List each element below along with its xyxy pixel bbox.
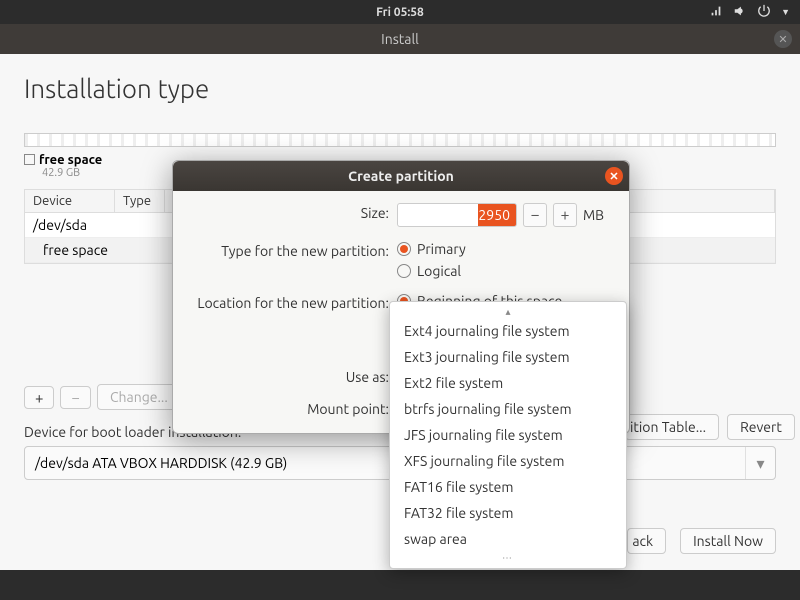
type-label: Type for the new partition: (189, 241, 389, 259)
clock: Fri 05:58 (376, 6, 424, 19)
dialog-title: Create partition (348, 168, 454, 184)
mount-label: Mount point: (189, 399, 389, 417)
remove-partition-button: − (60, 386, 90, 409)
install-now-button[interactable]: Install Now (680, 528, 776, 554)
menu-item[interactable]: swap area (390, 526, 626, 552)
menu-item[interactable]: XFS journaling file system (390, 448, 626, 474)
size-spinner: − + MB (397, 203, 613, 227)
radio-primary[interactable]: Primary (397, 241, 613, 257)
radio-label: Primary (417, 241, 466, 257)
col-type[interactable]: Type (115, 190, 165, 212)
new-partition-table-button[interactable]: ition Table... (625, 414, 719, 440)
location-label: Location for the new partition: (189, 293, 389, 311)
scroll-down-icon[interactable]: ⋯ (390, 552, 626, 564)
useas-dropdown-menu: ▴ Ext4 journaling file system Ext3 journ… (389, 301, 627, 569)
chevron-down-icon[interactable]: ▼ (781, 7, 790, 17)
type-radio-group: Primary Logical (397, 241, 613, 279)
radio-label: Logical (417, 263, 461, 279)
system-tray[interactable]: ▼ (709, 4, 790, 21)
menu-item[interactable]: FAT32 file system (390, 500, 626, 526)
menu-item[interactable]: Ext3 journaling file system (390, 344, 626, 370)
gnome-topbar: Fri 05:58 ▼ (0, 0, 800, 24)
menu-item[interactable]: Ext4 journaling file system (390, 318, 626, 344)
size-decrement[interactable]: − (523, 203, 547, 227)
network-icon[interactable] (709, 4, 723, 21)
add-partition-button[interactable]: + (24, 386, 54, 409)
power-icon[interactable] (757, 4, 771, 21)
bootloader-value: /dev/sda ATA VBOX HARDDISK (42.9 GB) (25, 447, 745, 479)
create-partition-dialog: Create partition ✕ Size: − + MB Type for… (172, 160, 630, 434)
revert-button[interactable]: Revert (727, 414, 795, 440)
chevron-down-icon[interactable]: ▾ (745, 447, 775, 479)
dialog-titlebar: Create partition ✕ (173, 161, 629, 191)
page-heading: Installation type (24, 74, 776, 103)
window-title: Install (381, 31, 419, 47)
window-titlebar: Install ✕ (0, 24, 800, 54)
cell-device: /dev/sda (33, 217, 87, 233)
change-partition-button: Change... (97, 384, 181, 410)
size-input[interactable] (397, 203, 517, 227)
partition-ruler (24, 133, 776, 147)
wizard-nav: ack Install Now (627, 528, 776, 554)
radio-logical[interactable]: Logical (397, 263, 613, 279)
legend-label: free space (39, 153, 102, 167)
size-increment[interactable]: + (553, 203, 577, 227)
volume-icon[interactable] (733, 4, 747, 21)
scroll-up-icon[interactable]: ▴ (390, 306, 626, 318)
legend-swatch (24, 154, 35, 165)
window-close-button[interactable]: ✕ (774, 30, 792, 48)
dock-placeholder (0, 570, 800, 600)
size-label: Size: (189, 203, 389, 221)
menu-item[interactable]: JFS journaling file system (390, 422, 626, 448)
size-unit: MB (583, 207, 604, 223)
menu-item[interactable]: btrfs journaling file system (390, 396, 626, 422)
col-device[interactable]: Device (25, 190, 115, 212)
back-button[interactable]: ack (627, 528, 666, 554)
menu-item[interactable]: FAT16 file system (390, 474, 626, 500)
menu-item[interactable]: Ext2 file system (390, 370, 626, 396)
dialog-close-button[interactable]: ✕ (605, 167, 623, 185)
useas-label: Use as: (189, 325, 389, 385)
cell-device: free space (43, 242, 108, 258)
